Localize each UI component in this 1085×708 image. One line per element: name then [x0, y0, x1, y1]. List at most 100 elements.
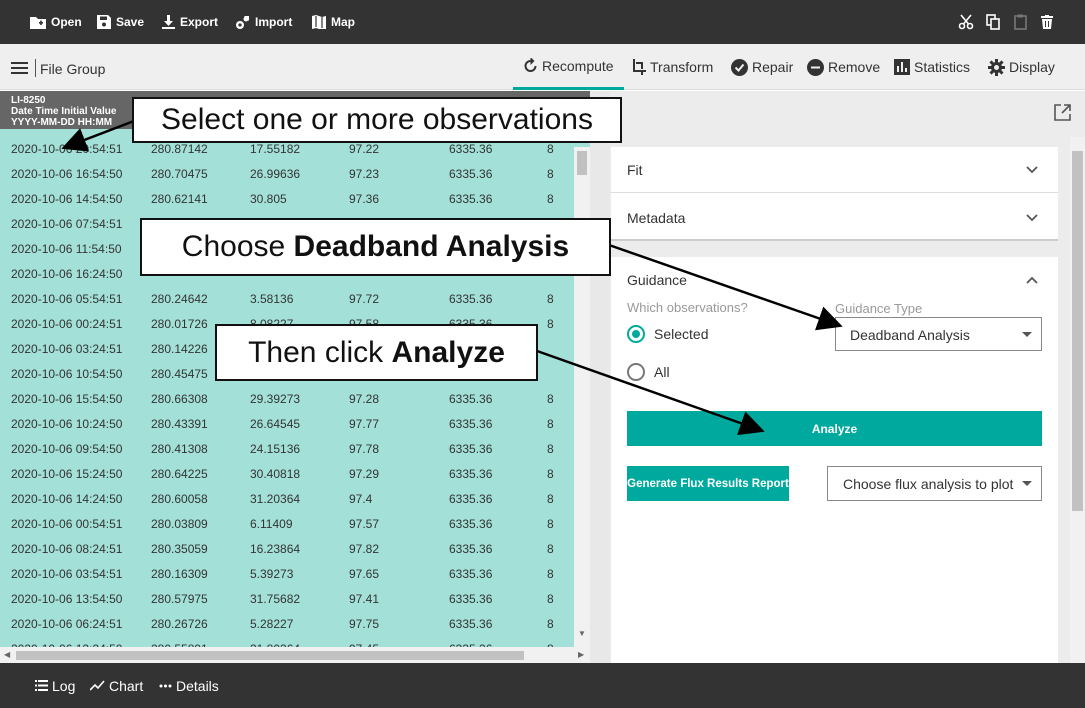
- tab-remove[interactable]: Remove: [807, 44, 880, 90]
- table-cell: 2020-10-06 05:54:51: [11, 292, 123, 306]
- file-group-label[interactable]: File Group: [40, 61, 105, 77]
- table-cell: 2020-10-06 14:54:50: [11, 192, 123, 206]
- chevron-down-icon[interactable]: [1026, 164, 1038, 176]
- chevron-up-icon[interactable]: [1026, 274, 1038, 286]
- open-button[interactable]: Open: [30, 0, 82, 44]
- hamburger-menu-icon[interactable]: [11, 62, 28, 74]
- callout-click-analyze: Then click Analyze: [215, 324, 538, 381]
- ellipsis-icon: [159, 684, 172, 687]
- table-cell: 6335.36: [449, 542, 493, 556]
- table-cell: 8: [547, 467, 554, 481]
- metadata-section[interactable]: Metadata: [611, 193, 1058, 241]
- refresh-icon: [524, 57, 537, 72]
- table-row[interactable]: 2020-10-06 08:24:51 280.35059 16.23864 97.8…: [0, 537, 575, 562]
- copy-icon[interactable]: [983, 12, 1003, 32]
- table-cell: 97.82: [349, 542, 380, 556]
- table-row[interactable]: 2020-10-06 15:54:50 280.66308 29.39273 97.2…: [0, 387, 575, 412]
- radio-all[interactable]: [627, 363, 645, 381]
- table-cell: 2020-10-06 11:54:50: [11, 242, 122, 256]
- generate-report-button[interactable]: Generate Flux Results Report: [627, 466, 789, 501]
- table-cell: 280.43391: [151, 417, 208, 431]
- tab-statistics[interactable]: Statistics: [894, 44, 970, 90]
- table-cell: 2020-10-06 14:24:50: [11, 492, 123, 506]
- table-cell: 2020-10-06 15:54:50: [11, 392, 123, 406]
- table-cell: 8: [547, 492, 554, 506]
- table-cell: 2020-10-06 15:24:50: [11, 467, 123, 481]
- table-cell: 2020-10-06 09:54:50: [11, 442, 123, 456]
- table-cell: 30.805: [250, 192, 287, 206]
- tab-transform[interactable]: Transform: [630, 44, 713, 90]
- panel-divider[interactable]: [590, 91, 610, 663]
- table-row[interactable]: 2020-10-06 14:24:50 280.60058 31.20364 97.4…: [0, 487, 575, 512]
- open-external-icon[interactable]: [1054, 104, 1071, 121]
- horizontal-scrollbar[interactable]: ◀ ▶: [0, 647, 590, 663]
- vertical-scrollbar[interactable]: [1070, 137, 1085, 663]
- import-button[interactable]: Import: [235, 0, 292, 44]
- table-row[interactable]: 2020-10-06 06:24:51 280.26726 5.28227 97.75…: [0, 612, 575, 637]
- table-row[interactable]: 2020-10-06 13:54:50 280.57975 31.75682 97.4…: [0, 587, 575, 612]
- table-row[interactable]: 2020-10-06 09:54:50 280.41308 24.15136 97.7…: [0, 437, 575, 462]
- table-cell: 30.40818: [250, 467, 301, 481]
- gear-icon: [988, 58, 1005, 76]
- table-row[interactable]: 2020-10-06 00:54:51 280.03809 6.11409 97.57…: [0, 512, 575, 537]
- table-cell: 97.77: [349, 417, 380, 431]
- callout-choose-deadband: Choose Deadband Analysis: [140, 218, 611, 276]
- list-icon: [35, 680, 48, 691]
- table-cell: 6335.36: [449, 142, 493, 156]
- paste-icon[interactable]: [1010, 12, 1030, 32]
- table-row[interactable]: 2020-10-06 16:54:50 280.70475 26.99636 97.2…: [0, 162, 575, 187]
- fit-section[interactable]: Fit: [611, 147, 1058, 193]
- tab-display[interactable]: Display: [988, 44, 1055, 90]
- details-button[interactable]: Details: [159, 663, 219, 708]
- table-row[interactable]: 2020-10-06 15:24:50 280.64225 30.40818 97.2…: [0, 462, 575, 487]
- table-cell: 280.24642: [151, 292, 208, 306]
- table-cell: 26.64545: [250, 417, 301, 431]
- top-toolbar: Open Save Export Import Map: [0, 0, 1085, 44]
- table-row[interactable]: 2020-10-06 05:54:51 280.24642 3.58136 97.72…: [0, 287, 575, 312]
- table-cell: 2020-10-06 07:54:51: [11, 217, 123, 231]
- check-circle-icon: [731, 58, 748, 76]
- export-button[interactable]: Export: [162, 0, 218, 44]
- tab-repair[interactable]: Repair: [731, 44, 793, 90]
- minus-circle-icon: [807, 58, 824, 76]
- table-cell: 8: [547, 292, 554, 306]
- table-cell: 6335.36: [449, 592, 493, 606]
- scrollbar-thumb[interactable]: [16, 651, 524, 660]
- table-row[interactable]: 2020-10-06 10:24:50 280.43391 26.64545 97.7…: [0, 412, 575, 437]
- flux-plot-select[interactable]: Choose flux analysis to plot: [827, 466, 1042, 501]
- chart-button[interactable]: Chart: [90, 663, 143, 708]
- scrollbar-thumb[interactable]: [1072, 151, 1083, 511]
- bottom-toolbar: Log Chart Details: [0, 663, 1085, 708]
- table-cell: 17.55182: [250, 142, 301, 156]
- map-button[interactable]: Map: [312, 0, 355, 44]
- map-label: Map: [331, 15, 355, 29]
- radio-all-label[interactable]: All: [654, 364, 670, 380]
- table-cell: 280.70475: [151, 167, 208, 181]
- table-cell: 29.39273: [250, 392, 301, 406]
- scrollbar-thumb[interactable]: [577, 151, 587, 175]
- table-row[interactable]: 2020-10-06 03:54:51 280.16309 5.39273 97.65…: [0, 562, 575, 587]
- callout-text: Select one or more observations: [161, 103, 593, 136]
- table-cell: 3.58136: [250, 292, 294, 306]
- callout-text-bold: Analyze: [391, 335, 505, 369]
- radio-selected-label[interactable]: Selected: [654, 326, 708, 342]
- scroll-down-arrow-icon[interactable]: ▼: [578, 629, 586, 638]
- bar-chart-icon: [894, 59, 910, 75]
- analyze-button[interactable]: Analyze: [627, 411, 1042, 446]
- analysis-panel: Fit Metadata Guidance Which observations…: [610, 91, 1085, 663]
- log-button[interactable]: Log: [35, 663, 75, 708]
- table-cell: 2020-10-06 06:24:51: [11, 617, 123, 631]
- table-row[interactable]: 2020-10-06 14:54:50 280.62141 30.805 97.36 6…: [0, 187, 575, 212]
- scroll-right-arrow-icon[interactable]: ▶: [578, 650, 584, 659]
- table-cell: 6335.36: [449, 192, 493, 206]
- delete-icon[interactable]: [1037, 12, 1057, 32]
- save-button[interactable]: Save: [97, 0, 144, 44]
- radio-selected[interactable]: [627, 325, 645, 343]
- tab-recompute[interactable]: Recompute: [513, 44, 624, 90]
- cut-icon[interactable]: [956, 12, 976, 32]
- scroll-left-arrow-icon[interactable]: ◀: [4, 650, 10, 659]
- guidance-type-select[interactable]: Deadband Analysis: [835, 317, 1042, 351]
- table-cell: 2020-10-06 10:24:50: [11, 417, 123, 431]
- table-cell: 2020-10-06 16:54:50: [11, 167, 123, 181]
- chevron-down-icon[interactable]: [1026, 212, 1038, 224]
